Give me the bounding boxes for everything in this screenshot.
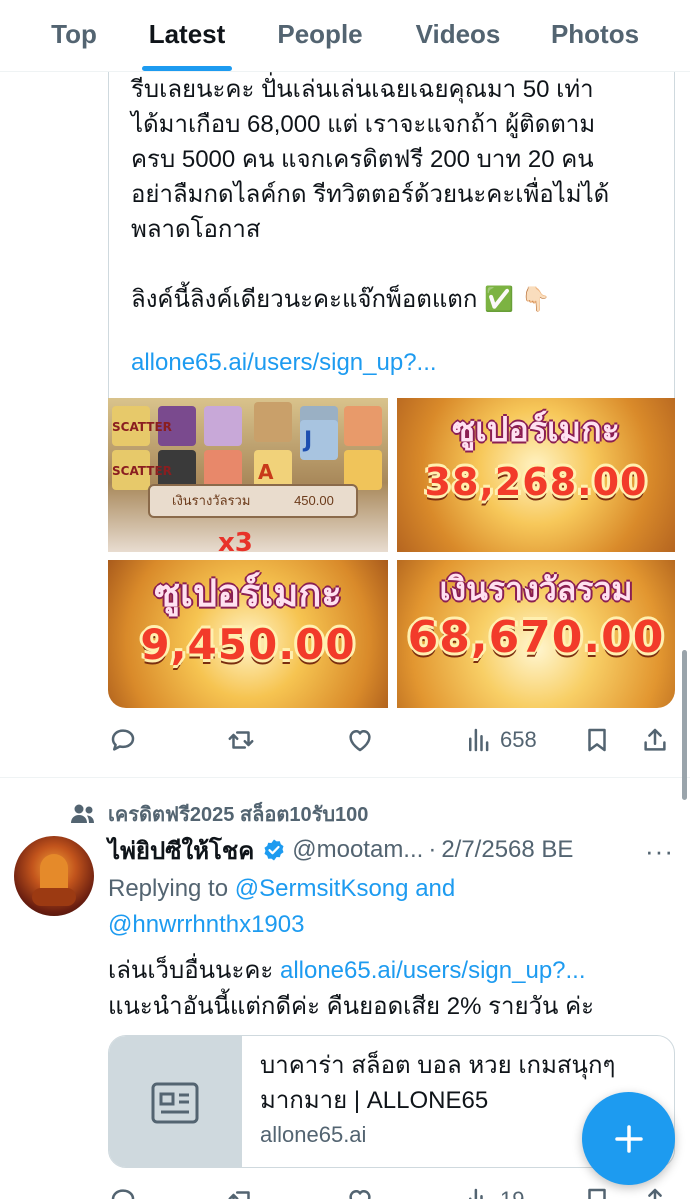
plaque-label: เงินรางวัลรวม (172, 493, 251, 508)
tab-photos[interactable]: Photos (545, 0, 645, 72)
tweet-text-line: ลิงค์นี้ลิงค์เดียวนะคะแจ๊กพ็อตแตก ✅ 👇🏻 (131, 286, 551, 313)
link-card-domain: allone65.ai (260, 1122, 367, 1147)
tweet-inline-link[interactable]: allone65.ai/users/sign_up?... (280, 957, 586, 984)
tweet-date[interactable]: 2/7/2568 BE (441, 836, 573, 864)
tweet-text: รีบเลยนะคะ ปั่นเล่นเล่นเฉยเฉยคุณมา 50 เท… (131, 72, 651, 317)
retweet-icon (228, 1191, 250, 1199)
tweet-text-line: พลาดโอกาส (131, 216, 261, 243)
header-separator: · (428, 836, 437, 863)
scatter-label: SCATTER (112, 464, 172, 478)
avatar[interactable] (14, 836, 94, 916)
tweet-text-prefix: เล่นเว็บอื่นนะคะ (108, 957, 274, 984)
tab-people[interactable]: People (270, 0, 370, 72)
retweet-button[interactable] (226, 1182, 256, 1199)
views-icon (469, 728, 489, 752)
media-image-1[interactable]: SCATTER SCATTER J A เงินรางวัลรวม 450.00… (108, 398, 388, 552)
reply-and: and (415, 875, 456, 902)
share-icon (644, 728, 666, 751)
like-button[interactable] (345, 722, 375, 758)
views-count: 658 (500, 727, 537, 752)
tweet-text-line: เล่นเว็บอื่นนะคะ allone65.ai/users/sign_… (108, 953, 668, 989)
scatter-label: SCATTER (112, 420, 172, 434)
image-title: ซูเปอร์เมกะ (452, 410, 620, 450)
social-context-label: เครดิตฟรี2025 สล็อต10รับ100 (108, 804, 369, 826)
reply-button[interactable] (108, 1182, 138, 1199)
slot-symbol-j: J (304, 428, 313, 453)
bookmark-icon (588, 1188, 606, 1199)
like-button[interactable] (345, 1182, 375, 1199)
image-amount: 68,670.00 (407, 612, 665, 663)
tweet-text-line: แนะนำอันนี้แต่กดีค่ะ คืนยอดเสีย 2% รายวั… (108, 993, 595, 1020)
reply-mention-1[interactable]: @SermsitKsong (235, 875, 409, 902)
tab-latest[interactable]: Latest (138, 0, 236, 72)
compose-plus-icon (614, 1124, 643, 1153)
replying-to: Replying to @SermsitKsong and @hnwrrhnth… (108, 871, 668, 943)
winnings-plaque: เงินรางวัลรวม 450.00 (148, 484, 358, 518)
plaque-amount: 450.00 (294, 493, 334, 508)
image-title: ซูเปอร์เมกะ (154, 571, 342, 615)
views-button[interactable]: 658 (464, 722, 537, 758)
tweet-link[interactable]: allone65.ai/users/sign_up?... (131, 349, 437, 377)
media-image-3[interactable]: ซูเปอร์เมกะ 9,450.00 (108, 560, 388, 708)
tweet-media-grid: SCATTER SCATTER J A เงินรางวัลรวม 450.00… (108, 398, 675, 708)
tweet-text-line: อย่าลืมกดไลค์กด รีทวิตตอร์ด้วยนะคะเพื่อไ… (131, 181, 610, 208)
retweet-icon (228, 731, 254, 749)
tweet-text: เล่นเว็บอื่นนะคะ allone65.ai/users/sign_… (108, 953, 668, 1025)
compose-button[interactable] (582, 1092, 675, 1185)
active-tab-indicator (142, 66, 232, 71)
retweet-button[interactable] (226, 722, 256, 758)
image-amount: 9,450.00 (140, 620, 356, 669)
tweet-text-line: ได้มาเกือบ 68,000 แต่ เราจะแจกถ้า ผู้ติด… (131, 111, 596, 138)
reply-button[interactable] (108, 722, 138, 758)
social-context[interactable]: เครดิตฟรี2025 สล็อต10รับ100 (70, 800, 368, 828)
author-name[interactable]: ไพ่ยิปซีให้โชค (108, 831, 254, 870)
tab-top[interactable]: Top (40, 0, 108, 72)
replying-prefix: Replying to (108, 875, 229, 902)
bookmark-button[interactable] (582, 1182, 612, 1199)
like-icon (349, 1190, 371, 1199)
more-icon[interactable]: ··· (645, 836, 674, 867)
media-image-4[interactable]: เงินรางวัลรวม 68,670.00 (397, 560, 675, 708)
author-handle[interactable]: @mootam... (292, 836, 423, 864)
multiplier-label: x3 (218, 528, 253, 552)
share-icon (648, 1188, 662, 1199)
tweet-divider (0, 777, 690, 778)
reply-mention-2[interactable]: @hnwrrhnthx1903 (108, 911, 304, 938)
tweet-text-line (131, 247, 651, 282)
share-button[interactable] (640, 1182, 670, 1199)
slot-symbol-a: A (258, 460, 274, 484)
tweet-action-bar: 19 (108, 1182, 675, 1199)
link-thumbnail (109, 1036, 242, 1167)
tab-videos[interactable]: Videos (408, 0, 508, 72)
tweet-header: ไพ่ยิปซีให้โชค @mootam... · 2/7/2568 BE (108, 833, 573, 867)
image-title: เงินรางวัลรวม (439, 570, 633, 608)
scrollbar[interactable] (682, 650, 687, 800)
like-icon (349, 730, 371, 752)
article-icon (151, 1082, 199, 1123)
reply-icon (111, 729, 135, 751)
verified-badge-icon (264, 839, 284, 861)
media-image-2[interactable]: ซูเปอร์เมกะ 38,268.00 (397, 398, 675, 552)
views-count: 19 (500, 1187, 524, 1199)
views-icon (469, 1188, 483, 1199)
tweet-text-line: รีบเลยนะคะ ปั่นเล่นเล่นเฉยเฉยคุณมา 50 เท… (131, 76, 594, 103)
views-button[interactable]: 19 (464, 1182, 524, 1199)
share-button[interactable] (640, 722, 670, 758)
bookmark-button[interactable] (582, 722, 612, 758)
tweet-action-bar: 658 (108, 722, 675, 758)
reply-icon (111, 1189, 135, 1199)
image-amount: 38,268.00 (424, 460, 648, 504)
tweet-text-line: ครบ 5000 คน แจกเครดิตฟรี 200 บาท 20 คน (131, 146, 594, 173)
search-tabs: Top Latest People Videos Photos (0, 0, 690, 72)
bookmark-icon (588, 728, 606, 752)
people-icon (71, 804, 94, 823)
